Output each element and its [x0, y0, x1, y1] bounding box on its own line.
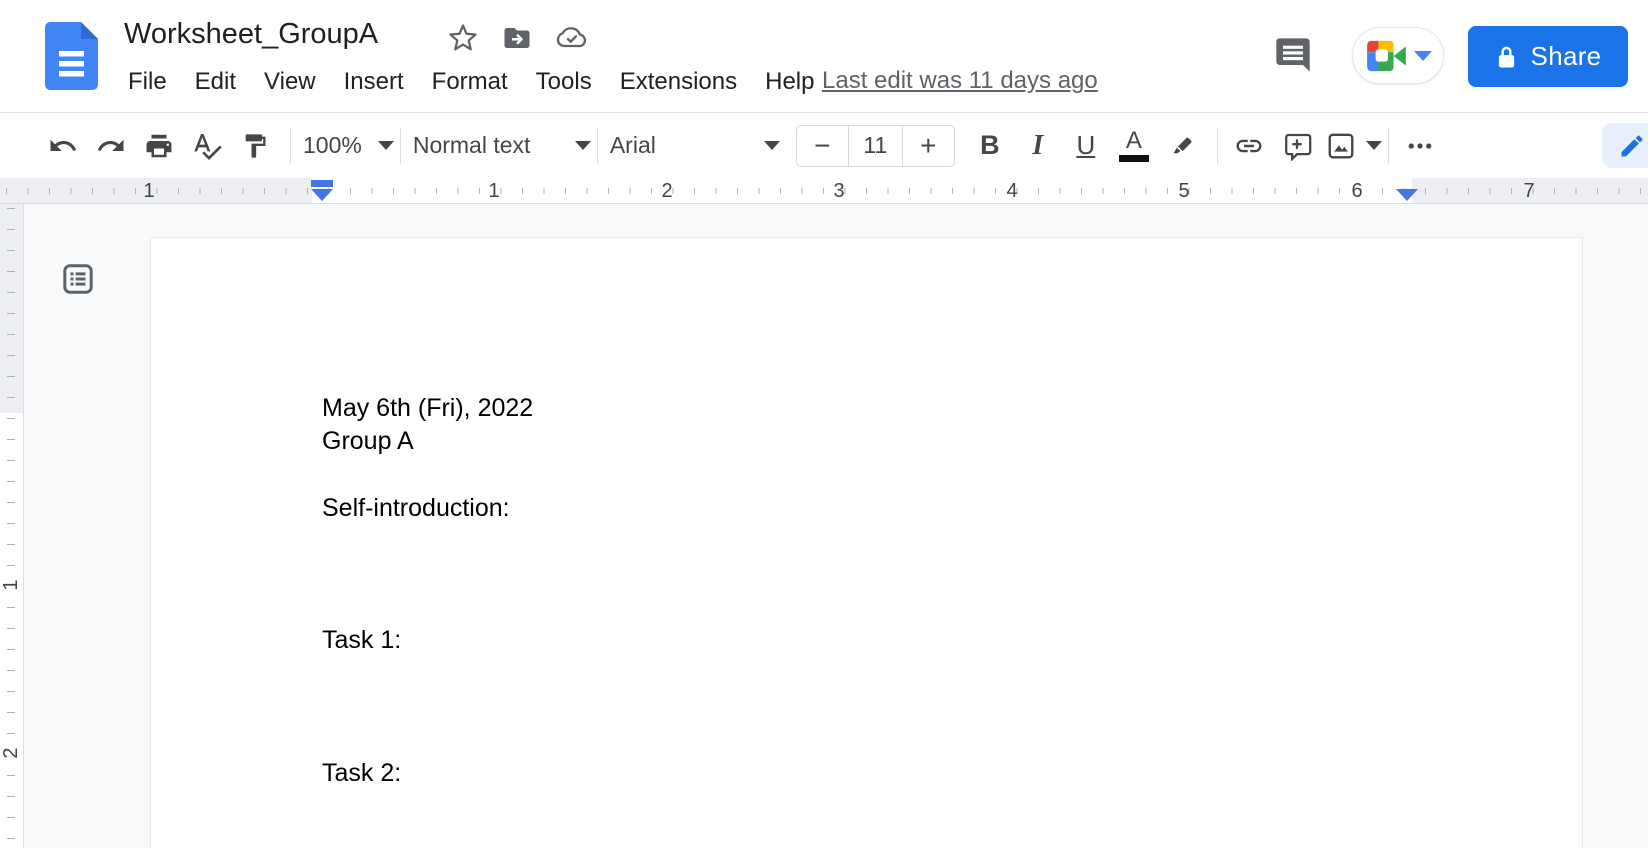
- doc-line: May 6th (Fri), 2022: [322, 392, 1414, 425]
- editing-mode-button[interactable]: [1602, 123, 1648, 168]
- move-folder-icon[interactable]: [501, 22, 533, 54]
- ruler-inch-label: 2: [0, 745, 23, 760]
- document-outline-icon: [60, 261, 96, 297]
- horizontal-ruler: 1 1 2 3 4 5 6 7: [0, 178, 1648, 204]
- menu-edit[interactable]: Edit: [181, 66, 250, 98]
- doc-line: Task 1:: [322, 624, 1414, 657]
- cloud-saved-icon[interactable]: [556, 22, 588, 54]
- paint-format-button[interactable]: [236, 127, 274, 165]
- insert-image-button[interactable]: [1326, 131, 1382, 161]
- menu-insert[interactable]: Insert: [330, 66, 418, 98]
- last-edit-status[interactable]: Last edit was 11 days ago: [822, 67, 1098, 95]
- right-indent-marker[interactable]: [1396, 189, 1418, 201]
- ruler-inch-label: 7: [1523, 180, 1534, 203]
- menu-tools[interactable]: Tools: [522, 66, 606, 98]
- redo-button[interactable]: [92, 127, 130, 165]
- increase-font-size-button[interactable]: +: [903, 126, 954, 166]
- doc-line: [322, 691, 1414, 724]
- chevron-down-icon: [575, 141, 591, 150]
- font-family-value: Arial: [610, 132, 656, 159]
- doc-line: [322, 458, 1414, 491]
- menu-extensions[interactable]: Extensions: [606, 66, 751, 98]
- insert-link-button[interactable]: [1230, 127, 1268, 165]
- toolbar-separator: [290, 128, 291, 164]
- ruler-inch-label: 3: [833, 180, 844, 203]
- doc-line: [322, 525, 1414, 558]
- text-color-swatch: [1119, 155, 1149, 162]
- share-button-label: Share: [1531, 41, 1602, 72]
- document-text: May 6th (Fri), 2022Group A Self-introduc…: [322, 392, 1414, 790]
- ruler-inch-label: 2: [661, 180, 672, 203]
- more-options-button[interactable]: [1401, 127, 1439, 165]
- app-header: Worksheet_GroupA FileEditViewInsertForma…: [0, 0, 1648, 113]
- menu-format[interactable]: Format: [418, 66, 522, 98]
- edit-mode-pencil-icon: [1618, 132, 1646, 160]
- menu-file[interactable]: File: [114, 66, 181, 98]
- underline-button[interactable]: U: [1067, 127, 1105, 165]
- chevron-down-icon: [378, 141, 394, 150]
- ruler-inch-label: 1: [488, 180, 499, 203]
- toolbar-separator: [597, 128, 598, 164]
- doc-line: Group A: [322, 425, 1414, 458]
- share-button[interactable]: Share: [1468, 26, 1628, 87]
- text-color-button[interactable]: A: [1115, 127, 1153, 165]
- zoom-select[interactable]: 100%: [303, 132, 394, 159]
- print-button[interactable]: [140, 127, 178, 165]
- decrease-font-size-button[interactable]: −: [797, 126, 848, 166]
- zoom-value: 100%: [303, 132, 362, 159]
- toolbar-separator: [1217, 128, 1218, 164]
- document-outline-button[interactable]: [58, 259, 98, 299]
- docs-logo-icon[interactable]: [45, 22, 98, 90]
- comment-history-icon[interactable]: [1271, 33, 1315, 77]
- highlight-color-button[interactable]: [1163, 127, 1201, 165]
- ruler-inch-label: 5: [1178, 180, 1189, 203]
- document-canvas: 12 May 6th (Fri), 2022Group A Self-intro…: [0, 204, 1648, 848]
- doc-line: Self-introduction:: [322, 492, 1414, 525]
- chevron-down-icon: [1366, 141, 1382, 150]
- ruler-inch-label: 4: [1006, 180, 1017, 203]
- ruler-inch-label: 6: [1351, 180, 1362, 203]
- toolbar-separator: [1388, 128, 1389, 164]
- toolbar-separator: [400, 128, 401, 164]
- font-size-value[interactable]: 11: [848, 126, 903, 166]
- meet-dropdown-caret-icon: [1414, 51, 1432, 61]
- google-docs-window: Worksheet_GroupA FileEditViewInsertForma…: [0, 0, 1648, 848]
- menu-view[interactable]: View: [250, 66, 330, 98]
- font-size-stepper: − 11 +: [796, 125, 955, 167]
- bold-button[interactable]: B: [971, 127, 1009, 165]
- chevron-down-icon: [764, 141, 780, 150]
- vertical-ruler: 12: [0, 204, 24, 848]
- doc-line: [322, 558, 1414, 591]
- doc-line: Task 2:: [322, 757, 1414, 790]
- doc-line: [322, 591, 1414, 624]
- italic-button[interactable]: I: [1019, 127, 1057, 165]
- ruler-inch-label: 1: [0, 577, 23, 592]
- ruler-inch-label: 1: [143, 180, 154, 203]
- first-line-indent-marker[interactable]: [311, 180, 333, 187]
- undo-button[interactable]: [44, 127, 82, 165]
- doc-line: [322, 724, 1414, 757]
- font-family-select[interactable]: Arial: [610, 132, 780, 159]
- spellcheck-button[interactable]: [188, 127, 226, 165]
- toolbar: 100% Normal text Arial − 11 + B I U A: [0, 114, 1648, 177]
- menu-help[interactable]: Help: [751, 66, 828, 98]
- paragraph-style-value: Normal text: [413, 132, 531, 159]
- star-icon[interactable]: [447, 22, 479, 54]
- meet-button[interactable]: [1352, 27, 1444, 84]
- lock-icon: [1495, 43, 1518, 71]
- paragraph-style-select[interactable]: Normal text: [413, 132, 591, 159]
- doc-line: [322, 658, 1414, 691]
- left-indent-marker[interactable]: [311, 189, 333, 201]
- document-page[interactable]: May 6th (Fri), 2022Group A Self-introduc…: [150, 237, 1583, 848]
- menu-bar: FileEditViewInsertFormatToolsExtensionsH…: [114, 63, 828, 101]
- meet-icon: [1365, 39, 1407, 73]
- document-title[interactable]: Worksheet_GroupA: [124, 18, 378, 51]
- add-comment-button[interactable]: [1278, 127, 1316, 165]
